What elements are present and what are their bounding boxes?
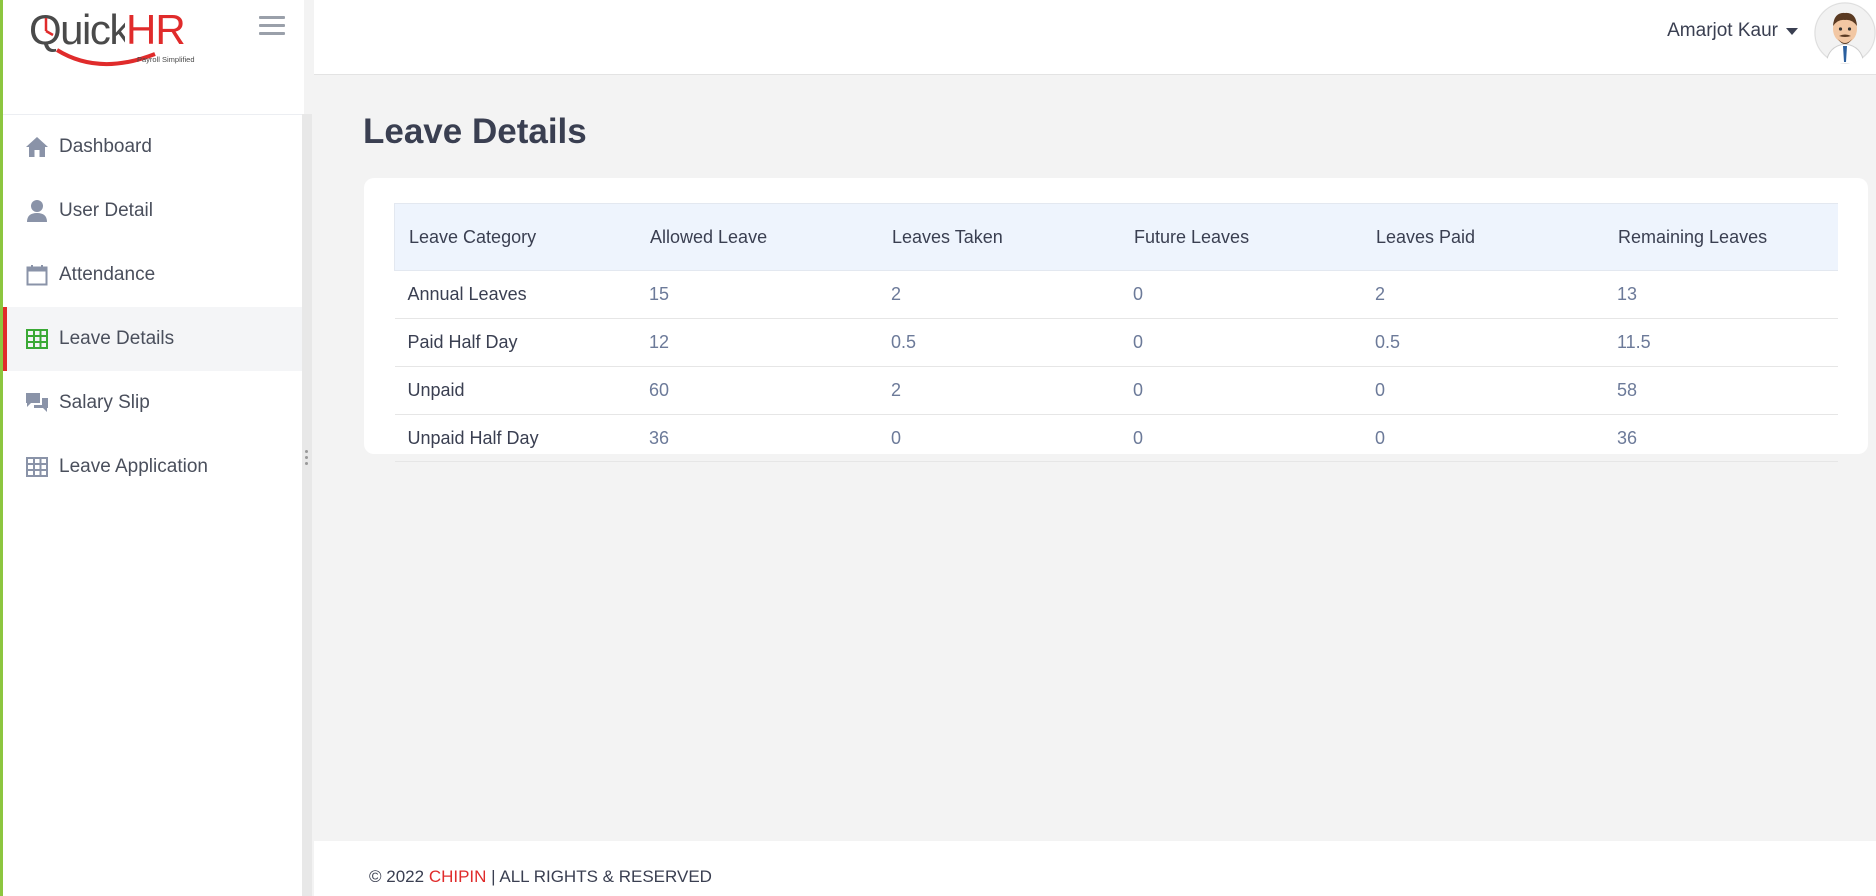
top-header: Amarjot Kaur: [314, 0, 1876, 75]
sidebar-item-label: Attendance: [59, 264, 156, 285]
avatar[interactable]: [1814, 2, 1876, 64]
user-menu[interactable]: Amarjot Kaur: [1667, 20, 1798, 42]
grid-icon: [25, 455, 49, 479]
brand-link[interactable]: CHIPIN: [429, 867, 487, 886]
table-cell: 0: [1120, 366, 1362, 415]
table-cell: 60: [636, 366, 878, 415]
table-cell: 11.5: [1604, 318, 1838, 367]
table-row: Annual Leaves 15 2 0 2 13: [394, 270, 1838, 319]
calendar-icon: [25, 263, 49, 287]
table-row: Unpaid 60 2 0 0 58: [394, 366, 1838, 415]
table-cell: 0: [1362, 414, 1604, 462]
footer-text: © 2022 CHIPIN | ALL RIGHTS & RESERVED: [369, 867, 712, 887]
column-header: Future Leaves: [1120, 203, 1362, 271]
column-header: Leaves Taken: [878, 203, 1120, 271]
table-cell: 36: [636, 414, 878, 462]
table-cell: 0: [1362, 366, 1604, 415]
home-icon: [25, 135, 49, 159]
table-cell: Unpaid: [394, 366, 636, 415]
column-header: Leave Category: [394, 203, 636, 271]
table-cell: 0: [1120, 414, 1362, 462]
sidebar-nav: Dashboard User Detail Attendance Leave D…: [3, 115, 304, 499]
sidebar-item-label: Salary Slip: [59, 392, 150, 413]
sidebar-item-salary-slip[interactable]: Salary Slip: [3, 371, 304, 435]
table-row: Unpaid Half Day 36 0 0 0 36: [394, 414, 1838, 462]
table-cell: 0: [1120, 318, 1362, 367]
page-title: Leave Details: [363, 112, 587, 151]
svg-text:HR: HR: [126, 6, 185, 53]
table-icon: [25, 327, 49, 351]
table-cell: 0: [1120, 270, 1362, 319]
sidebar-item-label: Dashboard: [59, 136, 152, 157]
sidebar-item-label: Leave Application: [59, 456, 208, 477]
sidebar: QuickHR HR Payroll Simplified Dashboard …: [3, 0, 304, 896]
user-name: Amarjot Kaur: [1667, 20, 1778, 41]
table-cell: 15: [636, 270, 878, 319]
sidebar-item-label: Leave Details: [59, 328, 175, 349]
table-cell: 2: [878, 270, 1120, 319]
svg-text:Payroll Simplified: Payroll Simplified: [137, 55, 195, 64]
chevron-down-icon: [1786, 27, 1798, 35]
table-cell: 0.5: [1362, 318, 1604, 367]
table-cell: 0: [878, 414, 1120, 462]
table-cell: 12: [636, 318, 878, 367]
table-row: Paid Half Day 12 0.5 0 0.5 11.5: [394, 318, 1838, 367]
table-cell: Annual Leaves: [394, 270, 636, 319]
leave-table: Leave Category Allowed Leave Leaves Take…: [394, 203, 1838, 462]
column-header: Remaining Leaves: [1604, 203, 1838, 271]
leave-details-card: Leave Category Allowed Leave Leaves Take…: [364, 178, 1868, 462]
chat-icon: [25, 391, 49, 415]
footer: © 2022 CHIPIN | ALL RIGHTS & RESERVED: [314, 841, 1876, 896]
menu-toggle-icon[interactable]: [259, 16, 285, 38]
quickhr-logo[interactable]: QuickHR HR Payroll Simplified: [29, 4, 199, 72]
table-header-row: Leave Category Allowed Leave Leaves Take…: [394, 203, 1838, 271]
copyright-text: © 2022: [369, 867, 425, 886]
table-cell: Unpaid Half Day: [394, 414, 636, 462]
sidebar-item-attendance[interactable]: Attendance: [3, 243, 304, 307]
sidebar-resize-handle[interactable]: [302, 114, 312, 896]
table-cell: 0.5: [878, 318, 1120, 367]
table-cell: 58: [1604, 366, 1838, 415]
user-icon: [25, 199, 49, 223]
sidebar-header: QuickHR HR Payroll Simplified: [3, 0, 304, 115]
sidebar-item-leave-details[interactable]: Leave Details: [3, 307, 304, 371]
column-header: Leaves Paid: [1362, 203, 1604, 271]
sidebar-item-leave-application[interactable]: Leave Application: [3, 435, 304, 499]
rights-text: | ALL RIGHTS & RESERVED: [491, 867, 712, 886]
table-cell: Paid Half Day: [394, 318, 636, 367]
table-cell: 2: [1362, 270, 1604, 319]
column-header: Allowed Leave: [636, 203, 878, 271]
table-cell: 2: [878, 366, 1120, 415]
sidebar-item-label: User Detail: [59, 200, 153, 221]
table-cell: 13: [1604, 270, 1838, 319]
sidebar-item-dashboard[interactable]: Dashboard: [3, 115, 304, 179]
table-cell: 36: [1604, 414, 1838, 462]
sidebar-item-user-detail[interactable]: User Detail: [3, 179, 304, 243]
